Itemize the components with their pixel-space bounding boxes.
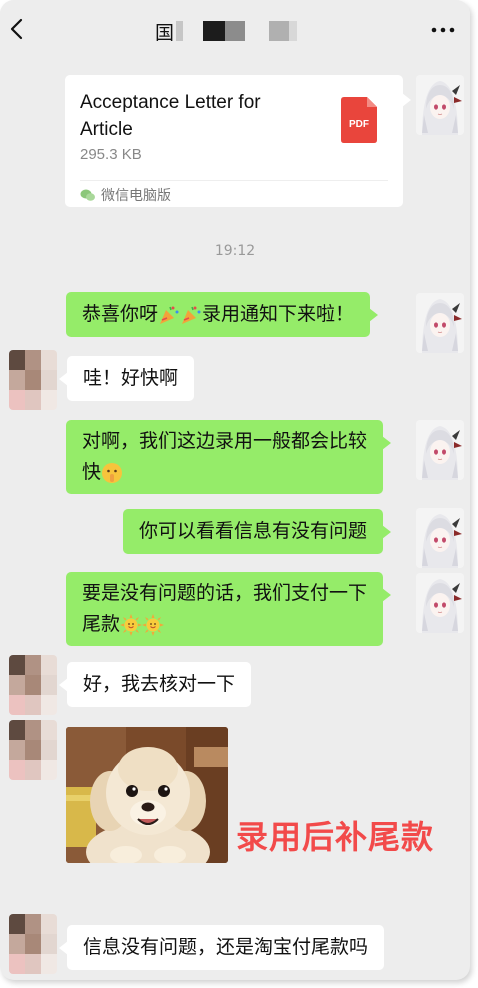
message-text: 恭喜你呀 [82, 303, 159, 325]
anime-avatar-icon [416, 420, 464, 480]
mosaic-avatar-icon [9, 350, 57, 410]
my-avatar[interactable] [416, 573, 464, 633]
message-bubble-received[interactable]: 好，我去核对一下 [58, 662, 252, 707]
redacted-block [183, 21, 203, 41]
pdf-label: PDF [349, 119, 369, 130]
message-text: 哇！好快啊 [83, 367, 179, 389]
chat-title-text: 国 [155, 21, 175, 44]
message-text: 信息没有问题，还是淘宝付尾款吗 [83, 936, 369, 958]
chat-header: 国 [0, 0, 470, 60]
my-avatar[interactable] [416, 293, 464, 353]
mosaic-avatar-icon [9, 914, 57, 974]
redacted-block [203, 21, 226, 41]
ellipsis-icon [431, 27, 455, 33]
mosaic-avatar-icon [9, 720, 57, 780]
contact-avatar[interactable] [9, 350, 57, 410]
shushing-face-icon [102, 462, 123, 483]
file-source-label: 微信电脑版 [101, 188, 171, 204]
sun-face-icon [120, 613, 143, 636]
divider [80, 180, 388, 181]
anime-avatar-icon [416, 508, 464, 568]
message-text-line: 尾款 [82, 609, 367, 640]
party-popper-icon [160, 306, 179, 324]
more-options-button[interactable] [428, 18, 458, 42]
timestamp: 19:12 [214, 243, 256, 259]
message-text-line: 对啊，我们这边录用一般都会比较 [82, 430, 368, 452]
message-text: 录用通知下来啦！ [202, 303, 355, 325]
redacted-block [245, 21, 269, 41]
file-message-card[interactable]: Acceptance Letter for Article 295.3 KB P… [65, 75, 411, 207]
redacted-block [225, 21, 246, 41]
redacted-block [269, 21, 290, 41]
contact-avatar[interactable] [9, 655, 57, 715]
sticker-message[interactable] [66, 727, 228, 863]
annotation-overlay-text: 录用后补尾款 [236, 818, 435, 856]
party-popper-icon [182, 306, 201, 324]
chevron-left-icon [10, 18, 23, 40]
message-bubble-received[interactable]: 哇！好快啊 [58, 356, 195, 401]
message-text-line: 快 [82, 457, 367, 488]
file-size: 295.3 KB [80, 146, 142, 163]
anime-avatar-icon [416, 293, 464, 353]
message-bubble-sent[interactable]: 要是没有问题的话，我们支付一下 尾款 [66, 572, 392, 646]
message-text: 你可以看看信息有没有问题 [139, 520, 368, 542]
my-avatar[interactable] [416, 420, 464, 480]
puppy-sticker-icon [66, 727, 228, 863]
anime-avatar-icon [416, 75, 464, 135]
message-bubble-sent[interactable]: 对啊，我们这边录用一般都会比较 快 [66, 420, 392, 494]
back-button[interactable] [4, 14, 30, 44]
message-text: 好，我去核对一下 [83, 673, 236, 695]
sun-face-icon [142, 613, 165, 636]
file-name: Acceptance Letter for Article [80, 89, 300, 143]
message-bubble-received[interactable]: 信息没有问题，还是淘宝付尾款吗 [58, 925, 385, 970]
chat-title: 国 [155, 20, 298, 44]
redacted-block [289, 21, 298, 41]
file-name-line1: Acceptance Letter for [80, 92, 261, 113]
pdf-file-icon: PDF [341, 97, 377, 143]
wechat-logo-icon [80, 189, 95, 201]
mosaic-avatar-icon [9, 655, 57, 715]
contact-avatar[interactable] [9, 914, 57, 974]
file-name-line2: Article [80, 119, 133, 140]
message-bubble-sent[interactable]: 恭喜你呀 录用通知下来啦！ [66, 292, 379, 337]
anime-avatar-icon [416, 573, 464, 633]
redacted-block [176, 21, 184, 41]
my-avatar[interactable] [416, 508, 464, 568]
message-text-line: 要是没有问题的话，我们支付一下 [82, 582, 368, 604]
message-bubble-sent[interactable]: 你可以看看信息有没有问题 [123, 509, 392, 554]
my-avatar[interactable] [416, 75, 464, 135]
contact-avatar[interactable] [9, 720, 57, 780]
